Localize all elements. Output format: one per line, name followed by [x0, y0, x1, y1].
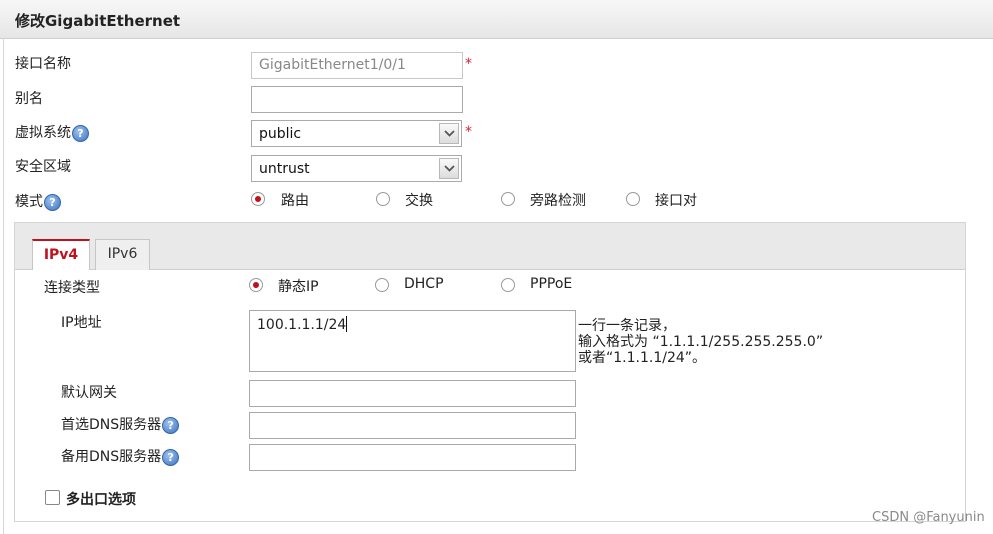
help-icon[interactable]: ?	[44, 193, 61, 211]
help-icon[interactable]: ?	[72, 124, 89, 142]
mode-radio-switch[interactable]	[376, 192, 390, 206]
multi-exit-label: 多出口选项	[66, 492, 136, 508]
text-cursor	[346, 316, 348, 332]
ip-address-hint-line: 或者“1.1.1.1/24”。	[578, 350, 707, 366]
help-icon[interactable]: ?	[162, 416, 180, 434]
dns-backup-label: 备用DNS服务器?	[61, 446, 180, 466]
conn-type-option-pppoe: PPPoE	[530, 276, 573, 292]
conn-type-option-dhcp: DHCP	[404, 276, 444, 292]
dns-backup-label-text: 备用DNS服务器	[61, 449, 162, 465]
zone-select-value: untrust	[259, 161, 310, 177]
interface-name-required-mark: *	[465, 56, 472, 72]
left-border	[3, 38, 4, 534]
dns-primary-label: 首选DNS服务器?	[61, 414, 180, 434]
tab-ipv4[interactable]: IPv4	[32, 239, 90, 270]
alias-field[interactable]	[251, 86, 463, 113]
dns-primary-field[interactable]	[249, 412, 576, 439]
conn-type-radio-dhcp[interactable]	[375, 278, 389, 292]
dns-backup-field[interactable]	[249, 444, 576, 471]
mode-radio-route[interactable]	[251, 192, 265, 206]
zone-label: 安全区域	[15, 159, 71, 175]
interface-name-field: GigabitEthernet1/0/1	[251, 52, 463, 79]
vsys-required-mark: *	[465, 124, 472, 140]
tab-strip	[15, 223, 965, 270]
help-icon[interactable]: ?	[162, 448, 180, 466]
interface-name-label: 接口名称	[15, 56, 71, 72]
mode-option-route: 路由	[281, 193, 309, 209]
mode-option-switch: 交换	[405, 193, 433, 209]
mode-option-interface-pair: 接口对	[655, 193, 697, 209]
mode-label: 模式?	[15, 191, 61, 211]
vsys-select[interactable]: public	[251, 120, 462, 147]
mode-radio-bypass[interactable]	[501, 192, 515, 206]
mode-radio-interface-pair[interactable]	[626, 192, 640, 206]
zone-select[interactable]: untrust	[251, 155, 462, 182]
mode-label-text: 模式	[15, 194, 43, 210]
dns-primary-label-text: 首选DNS服务器	[61, 417, 162, 433]
dialog-title: 修改GigabitEthernet	[15, 12, 181, 30]
dialog-titlebar: 修改GigabitEthernet	[0, 0, 993, 39]
ip-address-label: IP地址	[61, 315, 102, 331]
gateway-field[interactable]	[249, 380, 576, 407]
tab-ipv6[interactable]: IPv6	[95, 239, 150, 270]
vsys-label-text: 虚拟系统	[15, 125, 71, 141]
vsys-select-value: public	[259, 126, 302, 142]
watermark: CSDN @Fanyunin	[872, 510, 985, 525]
conn-type-label: 连接类型	[44, 280, 100, 296]
conn-type-radio-pppoe[interactable]	[501, 278, 515, 292]
ip-address-hint-line: 输入格式为 “1.1.1.1/255.255.255.0”	[578, 334, 824, 350]
alias-label: 别名	[15, 91, 43, 107]
ip-address-value: 100.1.1.1/24	[257, 317, 347, 333]
multi-exit-checkbox[interactable]	[45, 490, 60, 505]
chevron-down-icon[interactable]	[439, 123, 459, 144]
chevron-down-icon[interactable]	[439, 158, 459, 179]
conn-type-radio-static[interactable]	[249, 278, 263, 292]
ip-address-textarea[interactable]: 100.1.1.1/24	[249, 310, 576, 372]
vsys-label: 虚拟系统?	[15, 122, 89, 142]
conn-type-option-static: 静态IP	[278, 279, 319, 295]
gateway-label: 默认网关	[61, 385, 117, 401]
mode-option-bypass: 旁路检测	[530, 193, 586, 209]
ip-address-hint: 一行一条记录， 输入格式为 “1.1.1.1/255.255.255.0” 或者…	[578, 318, 823, 366]
ip-address-hint-line: 一行一条记录，	[578, 318, 676, 334]
